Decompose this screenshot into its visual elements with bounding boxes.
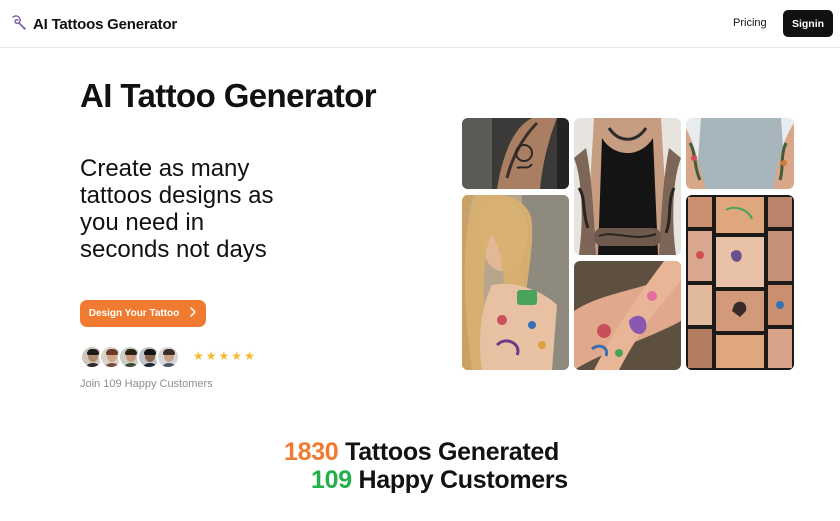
chest-and-arms-tattoo-image xyxy=(574,118,681,255)
hero-subtitle: Create as many tattoos designs as you ne… xyxy=(80,155,274,263)
signin-button[interactable]: Signin xyxy=(783,10,833,37)
happy-customers-count: 109 xyxy=(311,466,352,494)
design-your-tattoo-button[interactable]: Design Your Tattoo xyxy=(80,300,206,327)
customer-avatars xyxy=(80,345,180,369)
rating-stars: ★ ★ ★ ★ ★ xyxy=(193,350,255,362)
tattoo-machine-icon xyxy=(10,13,28,36)
chevron-right-icon xyxy=(189,307,197,320)
woman-colorful-tattoos-image xyxy=(462,195,569,370)
cta-label: Design Your Tattoo xyxy=(88,308,180,319)
happy-customers-stat: 109 Happy Customers xyxy=(311,466,568,495)
tattoo-gallery xyxy=(462,118,794,370)
colorful-forearm-tattoos-image xyxy=(574,261,681,370)
star-icon: ★ xyxy=(193,349,204,363)
star-icon: ★ xyxy=(205,349,217,363)
arm-sleeve-tattoo-image xyxy=(462,118,569,189)
brand-logo-link[interactable]: AI Tattoos Generator xyxy=(10,13,177,36)
tattoo-collage-image xyxy=(686,195,794,370)
avatar xyxy=(156,345,180,369)
page-title: AI Tattoo Generator xyxy=(80,77,377,114)
pricing-link[interactable]: Pricing xyxy=(733,17,767,29)
happy-customers-label: Happy Customers xyxy=(358,466,568,494)
brand-name: AI Tattoos Generator xyxy=(33,16,178,33)
tattoos-generated-count: 1830 xyxy=(284,438,339,466)
join-customers-text: Join 109 Happy Customers xyxy=(80,378,213,390)
top-navbar: AI Tattoos Generator Pricing Signin xyxy=(0,0,840,48)
tattoos-generated-stat: 1830 Tattoos Generated xyxy=(284,438,559,467)
shoulder-tattoo-image xyxy=(686,118,794,189)
star-icon: ★ xyxy=(244,349,255,363)
star-icon: ★ xyxy=(231,349,243,363)
star-icon: ★ xyxy=(218,349,230,363)
tattoos-generated-label: Tattoos Generated xyxy=(345,438,559,466)
